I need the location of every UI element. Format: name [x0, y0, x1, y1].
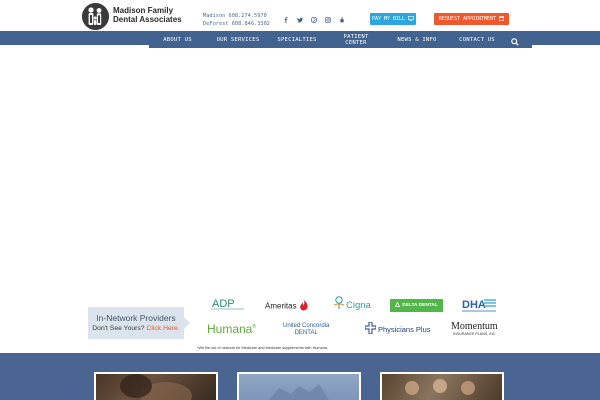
dha-logo-text: DHA — [462, 299, 486, 311]
nav-specialties-label: SPECIALTIES — [277, 36, 317, 43]
ameritas-logo-text: Ameritas — [265, 301, 297, 311]
united-concordia-logo: United Concordia DENTAL — [283, 323, 329, 337]
providers-title: In-Network Providers — [96, 313, 176, 323]
social-links — [282, 16, 346, 24]
cigna-logo: Cigna — [333, 295, 371, 315]
feature-card-photo[interactable] — [94, 372, 218, 400]
delta-dental-logo-text: DELTA DENTAL — [402, 303, 438, 308]
humana-logo: Humana® — [207, 322, 257, 336]
request-appointment-label: REQUEST APPOINTMENT — [438, 16, 497, 22]
calendar-icon — [499, 15, 505, 23]
phone-numbers: Madison 608.274.5970 DeForest 608.846.33… — [203, 12, 270, 28]
delta-dental-logo: DELTA DENTAL — [390, 299, 443, 312]
instagram-icon[interactable] — [324, 16, 332, 24]
pay-my-bill-label: PAY MY BILL — [371, 16, 406, 22]
nav-contact-us-label: CONTACT US — [459, 36, 495, 43]
nav-about-us[interactable]: ABOUT US — [155, 31, 200, 48]
search-icon[interactable] — [510, 34, 520, 46]
cigna-tree-icon — [333, 295, 345, 315]
united-concordia-logo-line2: DENTAL — [294, 330, 318, 336]
humana-logo-text: Humana — [207, 322, 253, 336]
facebook-icon[interactable] — [282, 16, 290, 24]
brand-name-line1: Madison Family — [113, 6, 174, 15]
momentum-logo: Momentum INSURANCE PLANS, INC — [451, 322, 498, 337]
twitter-icon[interactable] — [296, 16, 304, 24]
providers-question: Don't See Yours? — [92, 325, 145, 332]
feature-card-photo[interactable] — [237, 372, 361, 400]
dha-logo: DHA — [461, 297, 497, 314]
momentum-logo-subtext: INSURANCE PLANS, INC — [453, 332, 496, 336]
nav-news-info-label: NEWS & INFO — [397, 36, 437, 43]
nav-specialties[interactable]: SPECIALTIES — [275, 31, 319, 48]
brand-name: Madison Family Dental Associates — [113, 6, 182, 24]
physicians-plus-logo: Physicians Plus — [364, 321, 431, 339]
nav-patient-center-line2: CENTER — [345, 39, 367, 46]
nav-about-us-label: ABOUT US — [163, 36, 192, 43]
main-nav: ABOUT US OUR SERVICES SPECIALTIES PATIEN… — [149, 31, 532, 48]
brand-name-line2: Dental Associates — [113, 15, 182, 24]
cigna-logo-text: Cigna — [346, 299, 371, 311]
ameritas-logo: Ameritas — [265, 300, 309, 313]
pinterest-icon[interactable] — [310, 16, 318, 24]
nav-news-info[interactable]: NEWS & INFO — [392, 31, 442, 48]
monitor-icon — [408, 15, 415, 23]
nav-our-services-label: OUR SERVICES — [216, 36, 260, 43]
nav-contact-us[interactable]: CONTACT US — [455, 31, 499, 48]
united-concordia-logo-line1: United Concordia — [283, 323, 330, 329]
feature-card-photo[interactable] — [380, 372, 504, 400]
request-appointment-button[interactable]: REQUEST APPOINTMENT — [434, 13, 509, 25]
providers-click-here-link[interactable]: Click Here. — [146, 325, 179, 332]
nav-patient-center[interactable]: PATIENT CENTER — [335, 31, 377, 48]
adp-logo: ADP — [210, 297, 246, 311]
phone-madison[interactable]: Madison 608.274.5970 — [203, 12, 270, 20]
phone-deforest[interactable]: DeForest 608.846.3302 — [203, 20, 270, 28]
logo[interactable]: Madison Family Dental Associates — [82, 3, 182, 30]
adp-logo-text: ADP — [212, 298, 235, 310]
site-header: Madison Family Dental Associates Madison… — [0, 0, 600, 31]
delta-triangle-icon — [395, 301, 401, 309]
providers-subtitle: Don't See Yours? Click Here. — [88, 325, 184, 332]
momentum-logo-text: Momentum — [451, 321, 498, 332]
family-figures-icon — [82, 3, 109, 30]
in-network-providers-callout: In-Network Providers Don't See Yours? Cl… — [88, 307, 190, 339]
youtube-icon[interactable] — [338, 16, 346, 24]
physicians-plus-cross-icon — [364, 321, 377, 339]
physicians-plus-logo-text: Physicians Plus — [378, 325, 431, 334]
medicare-disclaimer: *We file out of network for Medicare and… — [197, 346, 328, 350]
ameritas-flame-icon — [299, 300, 309, 313]
nav-our-services[interactable]: OUR SERVICES — [210, 31, 266, 48]
pay-my-bill-button[interactable]: PAY MY BILL — [370, 13, 416, 25]
